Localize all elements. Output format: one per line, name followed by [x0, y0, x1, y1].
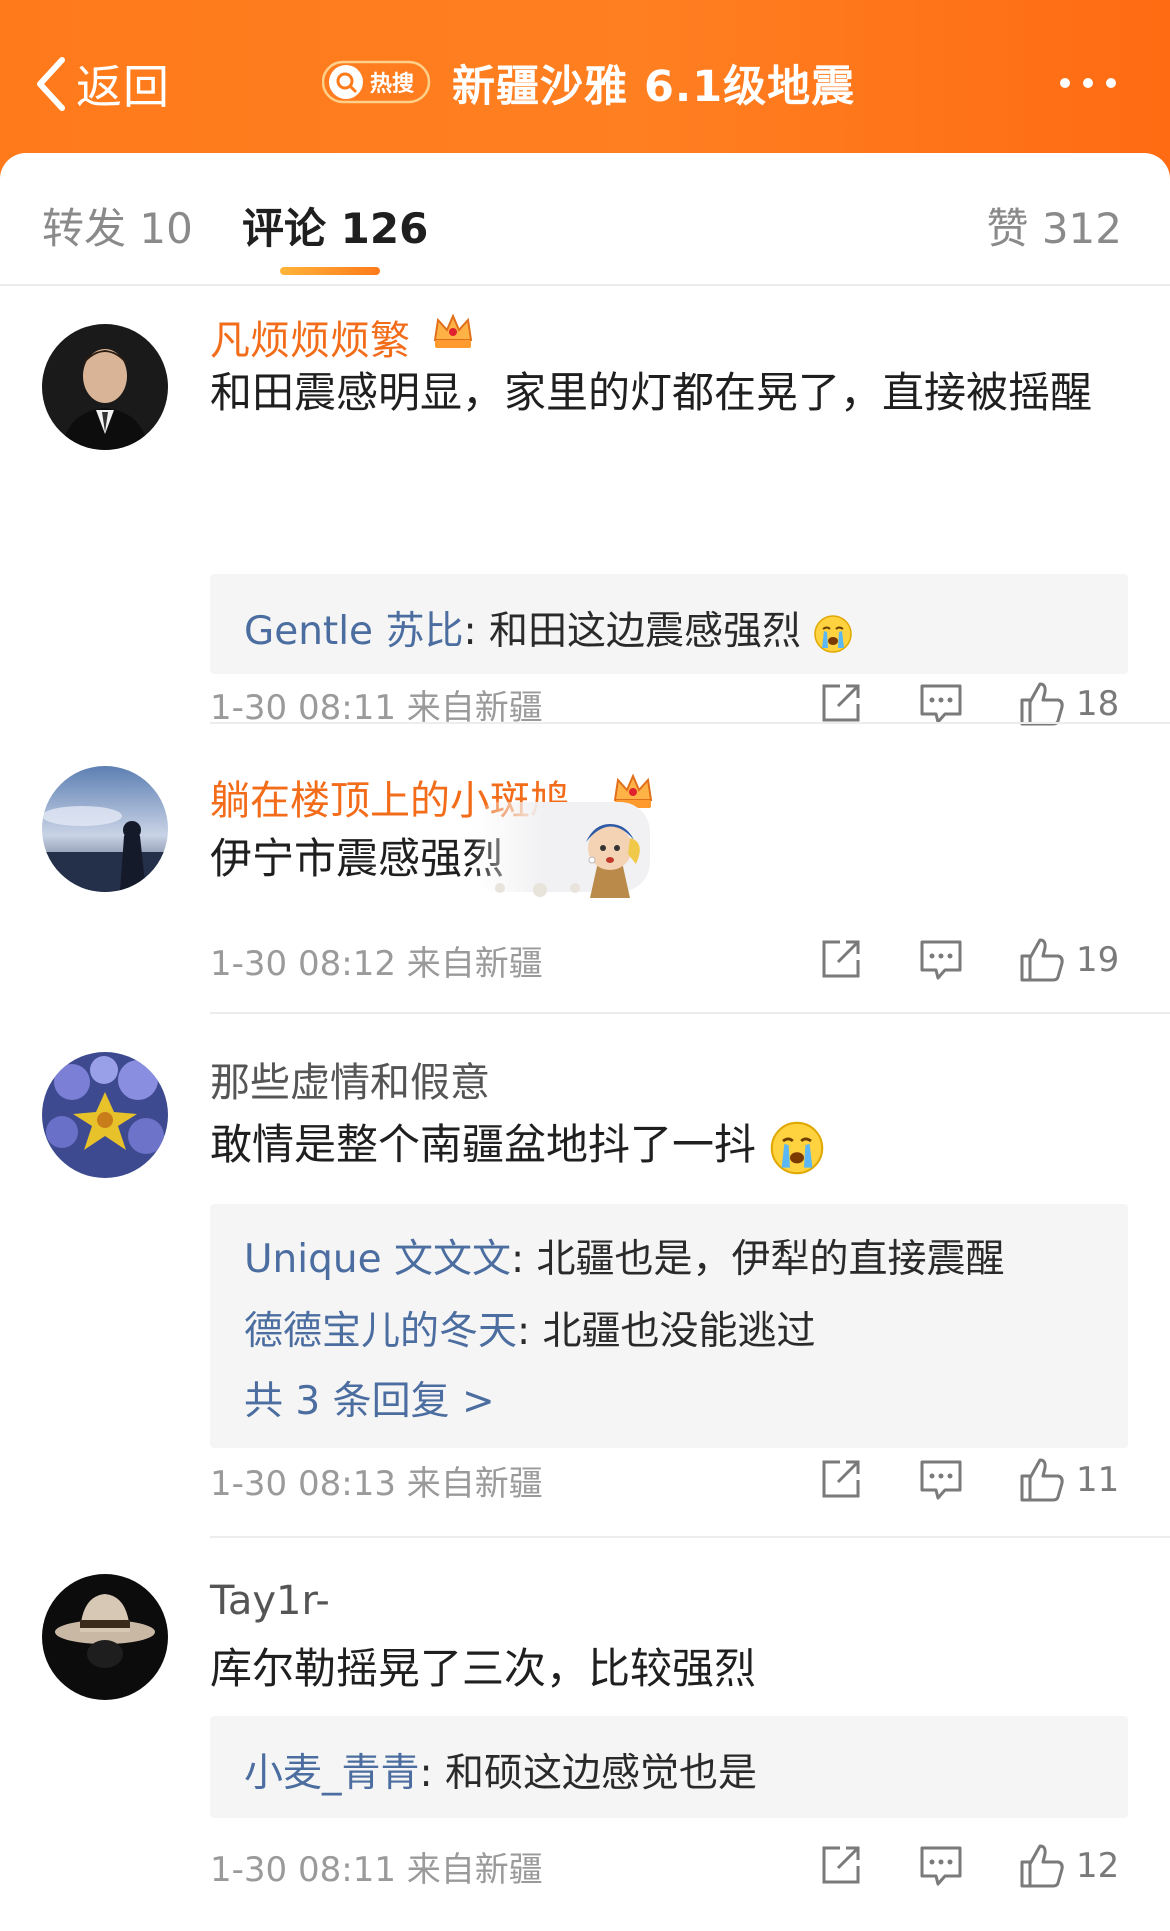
avatar[interactable]: [42, 1052, 168, 1178]
reply-preview-box[interactable]: Gentle 苏比: 和田这边震感强烈: [210, 574, 1128, 674]
comment-actions: 11: [818, 1456, 1128, 1506]
comment-icon[interactable]: [918, 936, 964, 982]
tab-bar: 转发 10 评论 126 赞 312: [0, 153, 1170, 286]
comment-actions: 12: [818, 1842, 1128, 1892]
hot-search-badge[interactable]: 热搜: [322, 60, 432, 104]
reply-author[interactable]: 小麦_青青: [244, 1751, 420, 1796]
avatar[interactable]: [42, 1574, 168, 1700]
thumbs-up-icon: [1020, 682, 1064, 726]
like-count: 11: [1076, 1460, 1120, 1500]
comment-icon[interactable]: [918, 1842, 964, 1888]
reply-line[interactable]: Gentle 苏比: 和田这边震感强烈: [244, 600, 853, 656]
like-button[interactable]: 19: [1018, 936, 1119, 984]
username[interactable]: Tay1r-: [210, 1578, 330, 1624]
reply-preview-box[interactable]: 小麦_青青: 和硕这边感觉也是: [210, 1716, 1128, 1818]
comment-time: 1-30 08:12: [210, 944, 396, 984]
comment-source: 来自新疆: [406, 1850, 543, 1890]
comment-icon[interactable]: [918, 1456, 964, 1502]
comment-text-content: 敢情是整个南疆盆地抖了一抖: [210, 1120, 757, 1169]
more-dots-icon: [1060, 78, 1070, 88]
comment-actions: 19: [818, 936, 1128, 986]
like-count: 18: [1076, 684, 1120, 724]
comment-source: 来自新疆: [406, 1464, 543, 1504]
comment-source: 来自新疆: [406, 944, 543, 984]
like-count: 19: [1076, 940, 1120, 980]
tab-comments[interactable]: 评论 126: [242, 195, 428, 256]
thumbs-up-icon: [1020, 938, 1064, 982]
crying-emoji-icon: [771, 1121, 824, 1174]
username[interactable]: 凡烦烦烦繁: [210, 308, 410, 366]
thumbs-up-icon: [1020, 1844, 1064, 1888]
username[interactable]: 那些虚情和假意: [210, 1050, 490, 1108]
like-button[interactable]: 11: [1018, 1456, 1119, 1504]
share-icon[interactable]: [818, 936, 864, 982]
page-title: 新疆沙雅 6.1级地震: [452, 62, 856, 112]
reply-text: : 北疆也是，伊犁的直接震醒: [510, 1237, 1005, 1282]
comment-item: 那些虚情和假意 敢情是整个南疆盆地抖了一抖 Unique 文文文: 北疆也是，伊…: [0, 1014, 1170, 1538]
tab-likes[interactable]: 赞 312: [986, 195, 1122, 256]
back-button[interactable]: 返回: [34, 54, 170, 114]
comment-text: 敢情是整个南疆盆地抖了一抖: [210, 1112, 1130, 1178]
vip-crown-icon: [433, 313, 473, 348]
like-count: 12: [1076, 1846, 1120, 1886]
comment-item: Tay1r- 库尔勒摇晃了三次，比较强烈 小麦_青青: 和硕这边感觉也是 1-3…: [0, 1538, 1170, 1931]
top-bar: 返回 热搜 新疆沙雅 6.1级地震: [0, 0, 1170, 175]
reply-author[interactable]: Gentle 苏比: [244, 609, 463, 654]
comment-meta: 1-30 08:13 来自新疆: [210, 1456, 543, 1505]
reply-author[interactable]: 德德宝儿的冬天: [244, 1309, 517, 1354]
reply-preview-box[interactable]: Unique 文文文: 北疆也是，伊犁的直接震醒 德德宝儿的冬天: 北疆也没能逃…: [210, 1204, 1128, 1448]
girl-with-pearl-sticker: [470, 802, 650, 898]
comment-item: 躺在楼顶上的小斑鸠 伊宁市震感强烈 1-30 08:12 来自新疆 19: [0, 724, 1170, 1014]
share-icon[interactable]: [818, 1456, 864, 1502]
thumbs-up-icon: [1020, 1458, 1064, 1502]
comments-panel: 转发 10 评论 126 赞 312 凡烦烦烦繁 和田震感明显，家里的灯都在晃了…: [0, 153, 1170, 1931]
tab-forward[interactable]: 转发 10: [42, 195, 193, 256]
more-button[interactable]: [1060, 78, 1116, 88]
comment-item: 凡烦烦烦繁 和田震感明显，家里的灯都在晃了，直接被摇醒 Gentle 苏比: 和…: [0, 284, 1170, 728]
back-label: 返回: [76, 60, 170, 114]
reply-text: : 和硕这边感觉也是: [419, 1751, 758, 1796]
comment-meta: 1-30 08:12 来自新疆: [210, 936, 543, 985]
crying-emoji-icon: [814, 614, 853, 653]
hot-badge-label: 热搜: [370, 71, 415, 97]
active-tab-indicator: [280, 267, 380, 275]
avatar[interactable]: [42, 766, 168, 892]
reply-text: : 北疆也没能逃过: [517, 1309, 816, 1354]
comment-meta: 1-30 08:11 来自新疆: [210, 1842, 543, 1891]
share-icon[interactable]: [818, 1842, 864, 1888]
reply-author[interactable]: Unique 文文文: [244, 1237, 511, 1282]
share-icon[interactable]: [818, 680, 864, 726]
reply-line[interactable]: 德德宝儿的冬天: 北疆也没能逃过: [244, 1300, 816, 1356]
comment-time: 1-30 08:13: [210, 1464, 396, 1504]
comment-text: 和田震感明显，家里的灯都在晃了，直接被摇醒: [210, 368, 1093, 417]
reply-line[interactable]: 小麦_青青: 和硕这边感觉也是: [244, 1742, 757, 1798]
chevron-left-icon: [37, 57, 65, 111]
like-button[interactable]: 12: [1018, 1842, 1119, 1890]
comment-icon[interactable]: [918, 680, 964, 726]
weibo-comments-page: 返回 热搜 新疆沙雅 6.1级地震 转发 10 评论 126 赞 312 凡烦烦…: [0, 0, 1170, 1931]
comment-time: 1-30 08:11: [210, 1850, 396, 1890]
view-all-replies-link[interactable]: 共 3 条回复 >: [244, 1370, 495, 1426]
reply-line[interactable]: Unique 文文文: 北疆也是，伊犁的直接震醒: [244, 1228, 1005, 1284]
avatar[interactable]: [42, 324, 168, 450]
like-button[interactable]: 18: [1018, 680, 1119, 728]
comment-text: 库尔勒摇晃了三次，比较强烈: [210, 1644, 757, 1693]
reply-text: : 和田这边震感强烈: [463, 609, 801, 654]
